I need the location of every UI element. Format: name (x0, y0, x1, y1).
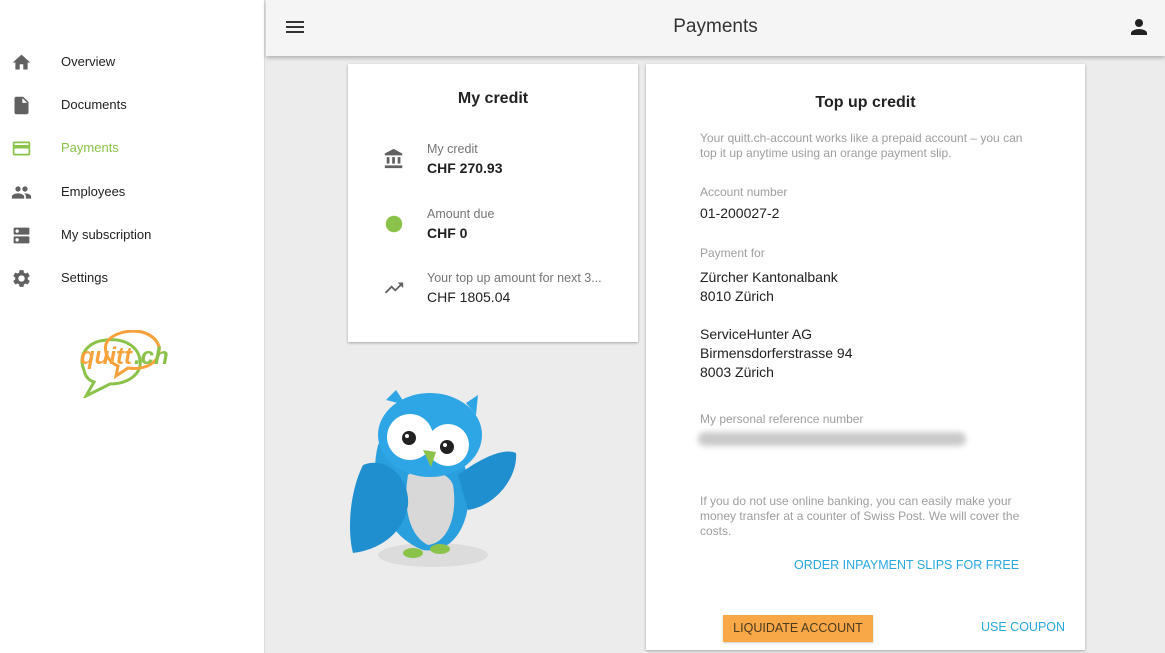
svg-text:quitt: quitt (80, 343, 133, 370)
document-icon (11, 95, 32, 116)
page-title: Payments (673, 16, 758, 37)
sidebar-item-employees[interactable]: Employees (0, 174, 265, 210)
sidebar-item-settings[interactable]: Settings (0, 260, 265, 296)
company-name: ServiceHunter AG (700, 326, 813, 342)
card-title: Top up credit (815, 94, 916, 111)
company-street: Birmensdorferstrasse 94 (700, 345, 853, 361)
credit-card-icon (11, 138, 32, 159)
account-number-value: 01-200027-2 (700, 205, 780, 221)
gear-icon (11, 268, 32, 289)
credit-row-my-credit: My credit CHF 270.93 (348, 142, 638, 182)
sidebar-item-label: My subscription (61, 227, 152, 242)
sidebar-item-label: Documents (61, 97, 127, 112)
top-up-amount-value: CHF 1805.04 (427, 289, 511, 305)
amount-due-value: CHF 0 (427, 225, 468, 241)
card-title: My credit (457, 90, 529, 107)
owl-mascot-illustration (348, 385, 523, 570)
company-city: 8003 Zürich (700, 364, 774, 380)
sidebar-item-label: Employees (61, 184, 126, 199)
user-icon[interactable] (1127, 15, 1151, 39)
credit-row-amount-due: Amount due CHF 0 (348, 207, 638, 247)
reference-number-label: My personal reference number (700, 412, 864, 426)
my-credit-card: My credit My credit CHF 270.93 Amount du… (348, 64, 638, 342)
trending-up-icon (383, 277, 405, 299)
top-up-intro-text: Your quitt.ch-account works like a prepa… (700, 131, 1023, 160)
app-bar: Payments (266, 0, 1165, 56)
sidebar: Overview Documents Payments Employees My… (0, 0, 265, 653)
sidebar-item-documents[interactable]: Documents (0, 87, 265, 123)
credit-row-top-up-amount: Your top up amount for next 3... CHF 180… (348, 271, 638, 311)
liquidate-account-button[interactable]: LIQUIDATE ACCOUNT (723, 615, 873, 642)
subscription-icon (11, 225, 32, 246)
amount-due-label: Amount due (427, 207, 495, 221)
order-inpayment-slips-button[interactable]: ORDER INPAYMENT SLIPS FOR FREE (794, 558, 1019, 572)
sidebar-item-subscription[interactable]: My subscription (0, 217, 265, 253)
sidebar-item-overview[interactable]: Overview (0, 44, 265, 80)
quitt-logo: quitt .ch (76, 329, 186, 400)
sidebar-item-label: Payments (61, 140, 119, 155)
bank-icon (383, 148, 405, 170)
account-number-label: Account number (700, 185, 788, 199)
sidebar-item-label: Settings (61, 270, 108, 285)
use-coupon-button[interactable]: USE COUPON (981, 620, 1065, 634)
bank-city: 8010 Zürich (700, 288, 774, 304)
sidebar-item-label: Overview (61, 54, 116, 69)
top-up-amount-label: Your top up amount for next 3... (427, 271, 602, 285)
credit-label: My credit (427, 142, 478, 156)
sidebar-item-payments[interactable]: Payments (0, 130, 265, 166)
payment-for-label: Payment for (700, 246, 765, 260)
reference-number-redacted (698, 432, 966, 446)
credit-value: CHF 270.93 (427, 160, 503, 176)
people-icon (11, 182, 32, 203)
status-dot-icon (383, 213, 405, 235)
bank-name: Zürcher Kantonalbank (700, 269, 838, 285)
top-up-credit-card: Top up credit Your quitt.ch-account work… (646, 64, 1085, 650)
home-icon (11, 52, 32, 73)
svg-text:.ch: .ch (134, 343, 169, 370)
swiss-post-note: If you do not use online banking, you ca… (700, 494, 1020, 538)
